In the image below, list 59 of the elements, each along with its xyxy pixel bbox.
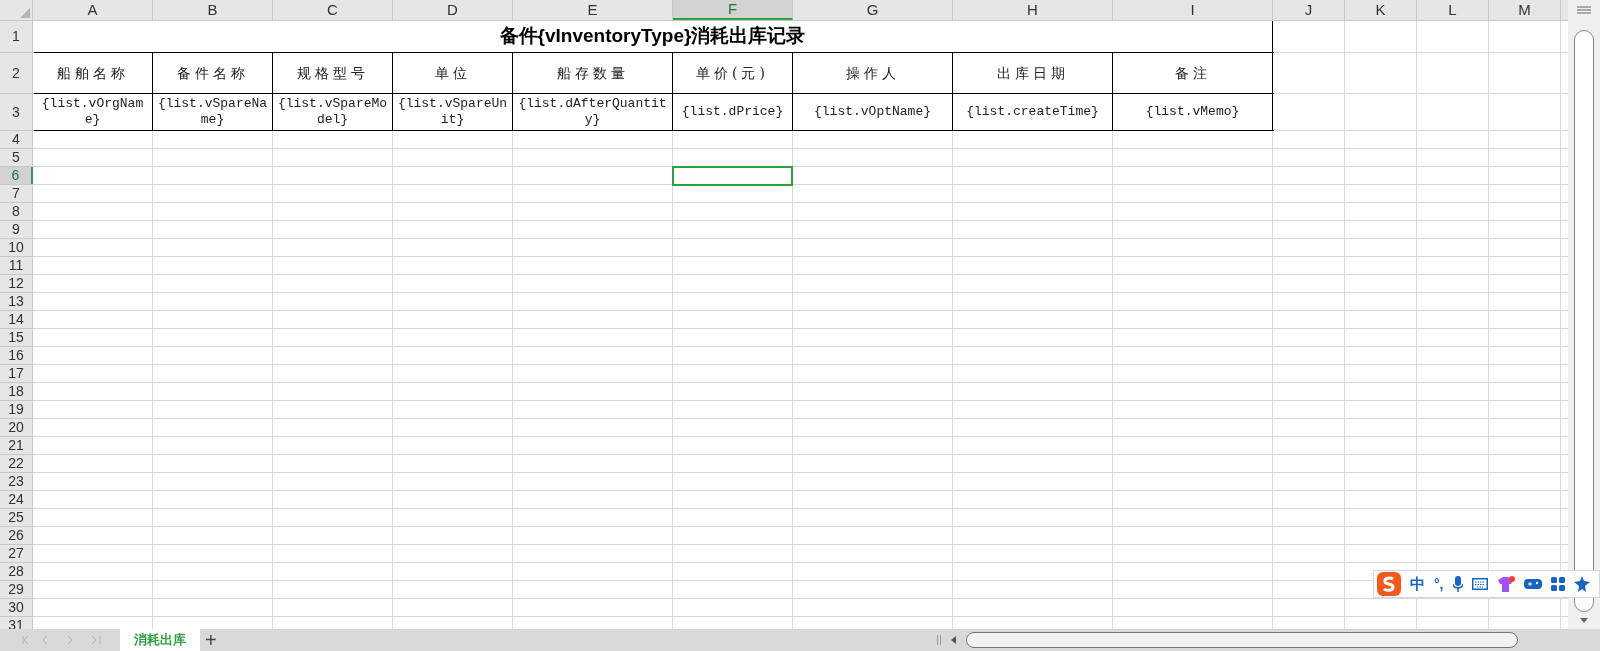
row-header[interactable]: 27 — [0, 545, 33, 562]
row-header[interactable]: 5 — [0, 149, 33, 166]
row-header[interactable]: 19 — [0, 401, 33, 418]
row-header[interactable]: 30 — [0, 599, 33, 616]
row-header[interactable]: 2 — [0, 53, 33, 93]
row-header[interactable]: 23 — [0, 473, 33, 490]
microphone-icon[interactable] — [1452, 576, 1463, 592]
keyboard-icon[interactable] — [1471, 578, 1488, 590]
language-toggle[interactable]: 中 — [1410, 572, 1425, 596]
punctuation-toggle[interactable]: °, — [1434, 573, 1444, 595]
row-header[interactable]: 25 — [0, 509, 33, 526]
row-header[interactable]: 18 — [0, 383, 33, 400]
scroll-thumb[interactable] — [1574, 30, 1594, 612]
column-header[interactable]: B — [153, 0, 273, 20]
splitter-icon[interactable] — [936, 635, 941, 645]
row-header[interactable]: 16 — [0, 347, 33, 364]
ime-logo-icon[interactable] — [1377, 572, 1401, 596]
column-header[interactable]: J — [1273, 0, 1345, 20]
column-header[interactable]: D — [393, 0, 513, 20]
row-header[interactable]: 15 — [0, 329, 33, 346]
column-header[interactable]: L — [1417, 0, 1489, 20]
row-header[interactable]: 22 — [0, 455, 33, 472]
row-header[interactable]: 6 — [0, 167, 33, 184]
row-header[interactable]: 11 — [0, 257, 33, 274]
row-header[interactable]: 28 — [0, 563, 33, 580]
row-header[interactable]: 17 — [0, 365, 33, 382]
column-header[interactable]: I — [1113, 0, 1273, 20]
column-header[interactable]: H — [953, 0, 1113, 20]
column-header[interactable]: A — [33, 0, 153, 20]
row-header[interactable]: 12 — [0, 275, 33, 292]
row-header[interactable]: 24 — [0, 491, 33, 508]
scroll-left-icon[interactable] — [950, 636, 956, 644]
add-sheet-button[interactable]: + — [205, 630, 217, 650]
column-header[interactable]: M — [1489, 0, 1561, 20]
row-header[interactable]: 10 — [0, 239, 33, 256]
column-header[interactable]: K — [1345, 0, 1417, 20]
row-header[interactable]: 13 — [0, 293, 33, 310]
row-header[interactable]: 20 — [0, 419, 33, 436]
column-header[interactable]: F — [673, 0, 793, 20]
row-header[interactable]: 1 — [0, 21, 33, 52]
row-header[interactable]: 8 — [0, 203, 33, 220]
row-header[interactable]: 26 — [0, 527, 33, 544]
selected-cell[interactable] — [672, 166, 793, 186]
column-header[interactable]: C — [273, 0, 393, 20]
row-header[interactable]: 29 — [0, 581, 33, 598]
gamepad-icon[interactable] — [1523, 578, 1542, 590]
row-header[interactable]: 21 — [0, 437, 33, 454]
row-header[interactable]: 3 — [0, 94, 33, 130]
column-header[interactable]: G — [793, 0, 953, 20]
vertical-scrollbar[interactable] — [1568, 0, 1600, 629]
horizontal-scrollbar[interactable] — [965, 632, 1518, 648]
row-header[interactable]: 4 — [0, 131, 33, 148]
row-header[interactable]: 14 — [0, 311, 33, 328]
row-header[interactable]: 9 — [0, 221, 33, 238]
scroll-down-icon[interactable] — [1580, 618, 1588, 623]
row-header[interactable]: 7 — [0, 185, 33, 202]
shirt-icon[interactable] — [1496, 576, 1515, 592]
apps-icon[interactable] — [1550, 577, 1565, 591]
menu-icon[interactable] — [1577, 6, 1591, 14]
